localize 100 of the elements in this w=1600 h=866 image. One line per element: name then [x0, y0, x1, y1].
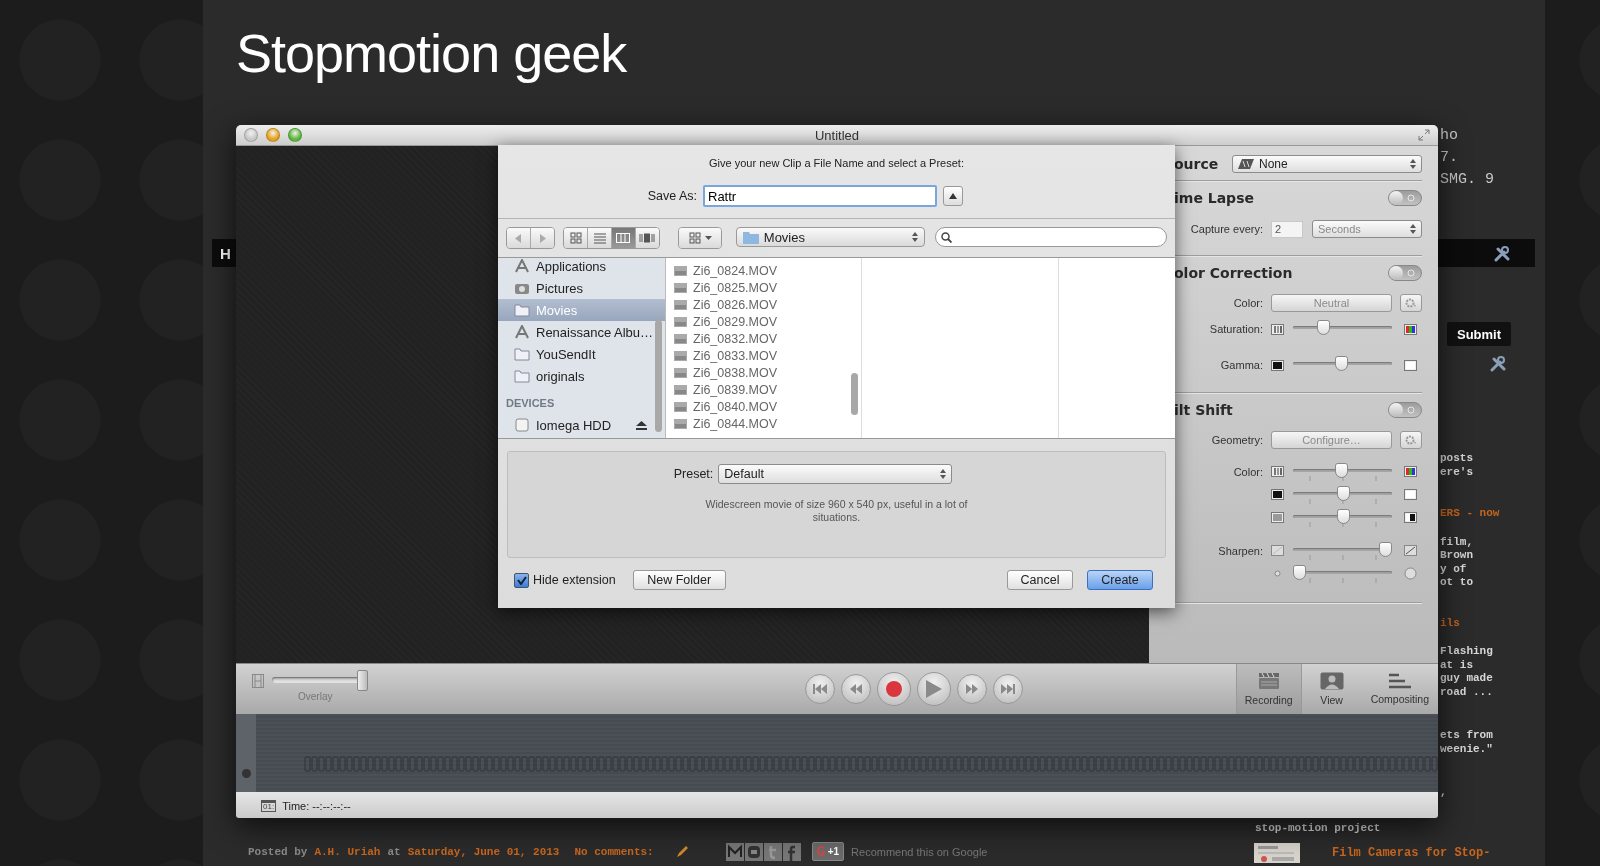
collapse-button[interactable] [943, 186, 963, 206]
source-dropdown[interactable]: None [1232, 155, 1422, 173]
record-button[interactable] [876, 672, 911, 706]
forward-button[interactable] [530, 228, 555, 248]
up-triangle-icon [949, 193, 957, 199]
file-thumbnail-icon [674, 265, 687, 276]
toggle-switch[interactable] [1388, 402, 1422, 418]
slider[interactable] [1293, 508, 1392, 527]
new-folder-button[interactable]: New Folder [632, 570, 726, 590]
slider-label: Saturation: [1208, 323, 1263, 335]
icon-view-icon [569, 232, 582, 244]
zoom-button[interactable] [288, 128, 302, 142]
hide-extension-checkbox[interactable] [514, 572, 529, 588]
post-text: stop-motion project [1255, 821, 1381, 835]
slider-thumb[interactable] [1337, 508, 1351, 524]
view-mode-button[interactable] [611, 228, 636, 248]
options-button[interactable] [1400, 294, 1422, 312]
scroll-thumb[interactable] [851, 373, 858, 415]
submit-button[interactable]: Submit [1447, 322, 1512, 346]
slider[interactable] [1293, 541, 1392, 560]
twitter-share-icon[interactable] [763, 842, 782, 861]
slider[interactable] [1293, 462, 1392, 481]
toggle-switch[interactable] [1388, 190, 1422, 206]
file-row[interactable]: Zi6_0840.MOV [666, 398, 861, 415]
slider-thumb[interactable] [1379, 541, 1393, 557]
blog-share-icon[interactable] [744, 842, 763, 861]
slider[interactable] [1293, 564, 1392, 583]
options-button[interactable] [1400, 431, 1422, 449]
author-link[interactable]: A.H. Uriah [314, 845, 381, 858]
file-row[interactable]: Zi6_0826.MOV [666, 296, 861, 313]
post-text: y of [1440, 562, 1468, 576]
arrange-button[interactable] [679, 228, 721, 248]
file-row[interactable]: Zi6_0844.MOV [666, 415, 861, 432]
file-row[interactable]: Zi6_0833.MOV [666, 347, 861, 364]
scroll-thumb[interactable] [655, 320, 662, 432]
location-dropdown[interactable]: Movies [735, 227, 925, 247]
back-button[interactable] [507, 228, 531, 248]
stepper-arrows-icon [940, 469, 947, 479]
file-row[interactable]: Zi6_0829.MOV [666, 313, 861, 330]
slider-thumb[interactable] [1292, 564, 1306, 580]
file-row[interactable]: Zi6_0832.MOV [666, 330, 861, 347]
section-title: olor Correction [1174, 265, 1293, 281]
forward-button[interactable] [956, 674, 987, 704]
sidebar-item[interactable]: Pictures [498, 277, 665, 299]
cancel-button[interactable]: Cancel [1007, 570, 1073, 590]
sidebar-item[interactable]: Iomega HDD [498, 414, 665, 436]
overlay-slider-thumb[interactable] [357, 670, 369, 691]
post-link[interactable]: ERS - now [1440, 507, 1500, 521]
end-button[interactable] [992, 674, 1023, 704]
light-swatch-icon [1404, 489, 1417, 500]
file-row[interactable]: Zi6_0838.MOV [666, 364, 861, 381]
date-link[interactable]: Saturday, June 01, 2013 [407, 845, 560, 858]
high-contrast-icon [1404, 512, 1417, 523]
create-button[interactable]: Create [1087, 570, 1153, 590]
mode-tab[interactable]: View [1301, 664, 1362, 714]
minimize-button[interactable] [266, 128, 280, 142]
toggle-switch[interactable] [1388, 265, 1422, 281]
tools-icon[interactable] [1490, 355, 1507, 372]
sidebar-item[interactable]: originals [498, 365, 665, 387]
start-button[interactable] [804, 674, 835, 704]
sidebar-item[interactable]: YouSendIt [498, 343, 665, 365]
record-icon [885, 681, 902, 697]
post-text: posts [1440, 452, 1473, 466]
fullscreen-icon[interactable] [1418, 129, 1430, 141]
slider[interactable] [1293, 485, 1392, 504]
overlay-slider[interactable] [272, 670, 367, 691]
file-thumbnail-icon [674, 384, 687, 395]
plus-one-button[interactable]: +1 [811, 842, 845, 861]
play-button[interactable] [916, 672, 951, 706]
comments-link[interactable]: No comments: [574, 845, 654, 858]
pencil-icon[interactable] [674, 844, 689, 859]
tools-icon[interactable] [1494, 244, 1511, 262]
preset-dropdown[interactable]: Default [718, 464, 953, 484]
close-button[interactable] [244, 128, 258, 142]
slider-thumb[interactable] [1336, 485, 1350, 501]
facebook-share-icon[interactable] [782, 842, 801, 861]
view-mode-button[interactable] [635, 228, 660, 248]
eject-icon[interactable] [636, 420, 647, 430]
stepper-arrows-icon [911, 232, 918, 242]
related-post-link[interactable]: Film Cameras for Stop- [1332, 846, 1491, 860]
view-mode-button[interactable] [564, 228, 589, 248]
file-name-field[interactable]: Rattr [703, 185, 937, 207]
post-text: road ... [1440, 685, 1493, 699]
window-title: Untitled [814, 127, 860, 143]
post-text: SMG. 9 [1440, 170, 1495, 190]
sidebar-item[interactable]: Applications [498, 258, 665, 277]
search-field[interactable] [934, 227, 1167, 247]
mode-tab[interactable]: Compositing [1361, 664, 1438, 714]
nav-link[interactable]: H [220, 244, 231, 262]
slider-thumb[interactable] [1334, 462, 1348, 478]
folder-icon [514, 303, 530, 317]
slider-thumb[interactable] [1334, 356, 1348, 371]
email-share-icon[interactable] [725, 842, 744, 861]
file-row[interactable]: Zi6_0839.MOV [666, 381, 861, 398]
sidebar-item[interactable]: Renaissance Albu… [498, 321, 665, 343]
mode-tab[interactable]: Recording [1235, 664, 1302, 714]
file-row[interactable]: Zi6_0824.MOV [666, 262, 861, 279]
slider-thumb[interactable] [1316, 320, 1330, 335]
file-row[interactable]: Zi6_0825.MOV [666, 279, 861, 296]
rewind-button[interactable] [840, 674, 871, 704]
